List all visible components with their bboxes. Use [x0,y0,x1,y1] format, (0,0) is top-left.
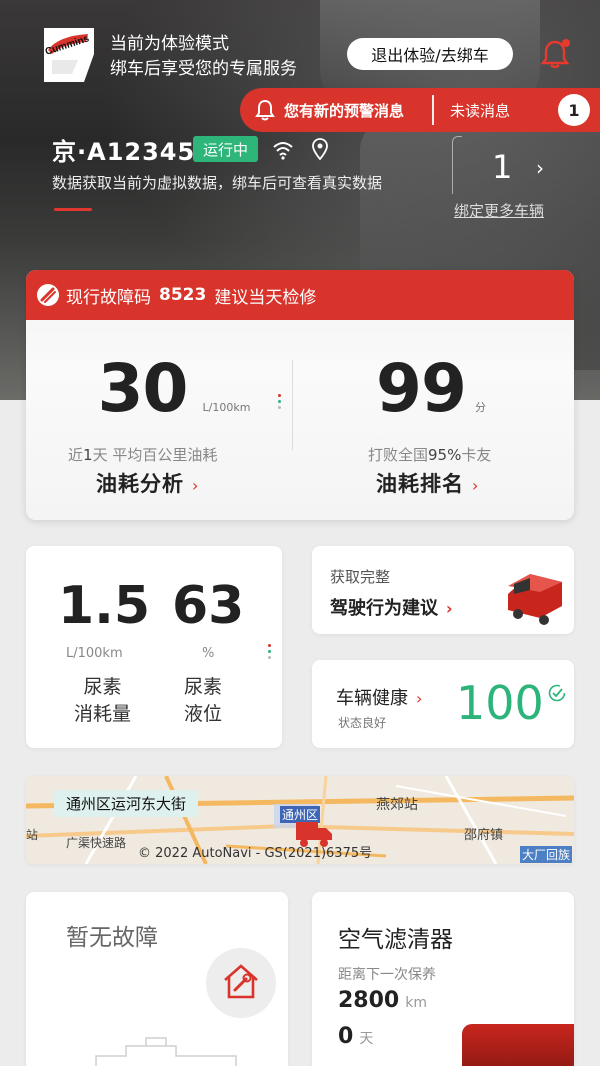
urea-level-value: 63 [172,576,245,636]
chevron-right-icon: › [536,156,544,180]
active-vehicle-indicator [54,208,92,211]
urea-level-unit: % [202,646,215,661]
running-status-badge: 运行中 [193,136,258,162]
unread-label: 未读消息 [450,101,511,120]
air-filter-distance: 2800 km [338,988,427,1013]
air-filter-distance-value: 2800 [338,988,400,1013]
fuel-caption: 近1天 平均百公里油耗 [68,444,217,465]
ranking-caption-prefix: 打败全国 [368,446,429,464]
bind-more-vehicles[interactable]: 1 › 绑定更多车辆 [452,136,572,226]
map-label-shaofu: 邵府镇 [464,828,504,843]
urea-consumption-unit: L/100km [66,646,123,661]
health-title-row: 车辆健康 › [336,684,422,710]
map-label-dachang: 大厂回族 [520,846,573,863]
ranking-caption-percent: 95% [428,446,462,464]
ranking-caption-suffix: 卡友 [461,446,492,464]
metric-divider [292,360,293,450]
check-circle-icon [548,684,566,702]
alert-divider [432,95,435,125]
urea-card[interactable]: 1.5 L/100km 尿素 消耗量 63 % 尿素 液位 [26,546,282,748]
ranking-caption: 打败全国95%卡友 [368,444,491,465]
vehicle-health-card[interactable]: 车辆健康 › 状态良好 100 [312,660,574,748]
unread-count-badge: 1 [558,94,590,126]
fault-summary-card: 现行故障码 8523 建议当天检修 30 L/100km 近1天 平均百公里油耗… [26,270,574,520]
location-tag: 通州区运河东大街 [54,790,199,817]
bind-more-link[interactable]: 绑定更多车辆 [454,200,544,221]
fault-prefix: 现行故障码 [66,287,151,308]
exit-experience-button[interactable]: 退出体验/去绑车 [347,38,513,70]
virtual-data-note: 数据获取当前为虚拟数据，绑车后可查看真实数据 [52,174,383,192]
fault-advice: 建议当天检修 [214,287,317,308]
ranking-value: 99 [376,350,467,427]
license-plate[interactable]: 京·A12345 [52,132,195,167]
fuel-ranking-label: 油耗排名 [376,472,464,496]
fuel-consumption-metric: 30 L/100km [64,350,284,427]
map-label-station: 站 [26,828,39,842]
urea-level-label-line1: 尿素 [184,676,223,698]
air-filter-days-unit: 天 [359,1031,374,1047]
fuel-value: 30 [97,350,189,427]
bind-more-bracket [452,136,462,194]
chevron-right-icon: › [446,599,453,618]
chevron-right-icon: › [192,476,199,495]
driving-line2: 驾驶行为建议 › [330,594,453,620]
fuel-analysis-label: 油耗分析 [96,472,184,496]
map-copyright: © 2022 AutoNavi - GS(2021)6375号 [138,846,373,861]
wifi-icon [273,142,293,160]
fault-code-header[interactable]: 现行故障码 8523 建议当天检修 [26,270,574,320]
fuel-caption-prefix: 近 [68,446,84,464]
alert-bell-icon [255,99,275,121]
health-title: 车辆健康 [336,688,408,709]
repair-house-badge [206,948,276,1018]
driving-behavior-card[interactable]: 获取完整 驾驶行为建议 › [312,546,574,634]
engine-illustration [462,1024,574,1066]
no-fault-title: 暂无故障 [66,925,158,951]
air-filter-days-value: 0 [338,1024,354,1049]
fuel-caption-days: 1 [83,446,93,464]
health-score: 100 [456,676,544,730]
notification-bell-icon[interactable] [540,38,570,70]
fault-warning-icon [37,284,59,306]
health-status: 状态良好 [338,716,387,730]
fuel-ranking-metric: 99 分 [356,350,506,427]
no-fault-card[interactable]: 暂无故障 [26,892,288,1066]
mode-line1: 当前为体验模式 [110,34,229,54]
urea-consumption-label: 尿素 消耗量 [74,674,131,728]
urea-level-label: 尿素 液位 [184,674,222,728]
urea-consumption-label-line2: 消耗量 [74,703,132,725]
urea-level-label-line2: 液位 [184,703,223,725]
page-dots [268,644,271,662]
fuel-analysis-link[interactable]: 油耗分析 › [96,468,198,498]
urea-consumption-value: 1.5 [58,576,151,636]
chevron-right-icon: › [416,689,423,708]
bound-vehicle-count: 1 [492,148,513,186]
repair-house-icon [224,964,258,999]
mode-line2: 绑车后享受您的专属服务 [110,59,297,79]
driving-line1: 获取完整 [330,568,391,586]
warning-alert-bar[interactable]: 您有新的预警消息 未读消息 1 [240,88,600,132]
fuel-ranking-link[interactable]: 油耗排名 › [376,468,478,498]
fuel-caption-suffix: 天 平均百公里油耗 [92,446,218,464]
experience-mode-text: 当前为体验模式 绑车后享受您的专属服务 [110,32,297,82]
air-filter-title: 空气滤清器 [338,927,453,953]
air-filter-days: 0天 [338,1024,373,1049]
truck-illustration-icon [508,574,562,625]
chevron-right-icon: › [472,476,479,495]
fuel-unit: L/100km [202,401,251,414]
engine-outline-illustration [95,1037,237,1066]
driving-advice-label: 驾驶行为建议 [330,598,438,619]
air-filter-card[interactable]: 空气滤清器 距离下一次保养 2800 km 0天 [312,892,574,1066]
alert-text: 您有新的预警消息 [284,101,405,120]
page-dots [278,394,281,412]
fault-code: 8523 [159,285,207,305]
map-label-guangqu: 广渠快速路 [66,836,127,850]
vehicle-location-map[interactable]: 通州区运河东大街 通州区 燕郊站 邵府镇 大厂回族 广渠快速路 站 © 2022… [26,776,574,864]
ranking-unit: 分 [474,401,486,414]
map-label-yanjiao: 燕郊站 [376,797,418,813]
air-filter-distance-unit: km [405,995,427,1011]
urea-consumption-label-line1: 尿素 [83,676,122,698]
cummins-logo: Cummins [44,28,94,82]
location-pin-icon[interactable] [312,138,328,160]
air-filter-subtitle: 距离下一次保养 [338,967,436,983]
